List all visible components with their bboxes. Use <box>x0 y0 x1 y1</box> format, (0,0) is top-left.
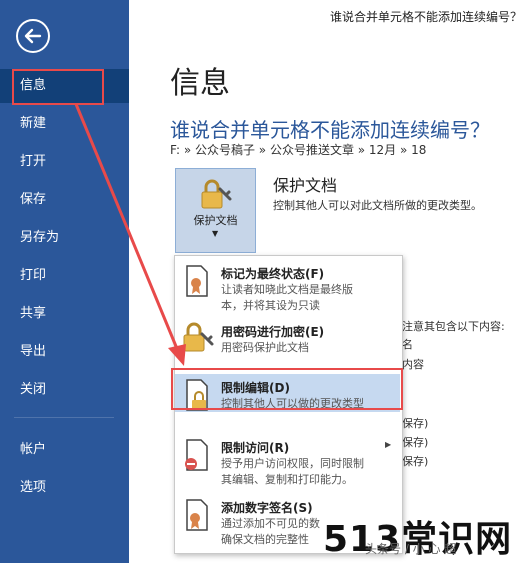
watermark-caption: 头条号 / 小 心 超 <box>365 542 457 556</box>
red-arrow-line <box>74 103 182 357</box>
annotation-arrow-layer <box>74 103 186 366</box>
red-arrow-head <box>168 344 186 366</box>
